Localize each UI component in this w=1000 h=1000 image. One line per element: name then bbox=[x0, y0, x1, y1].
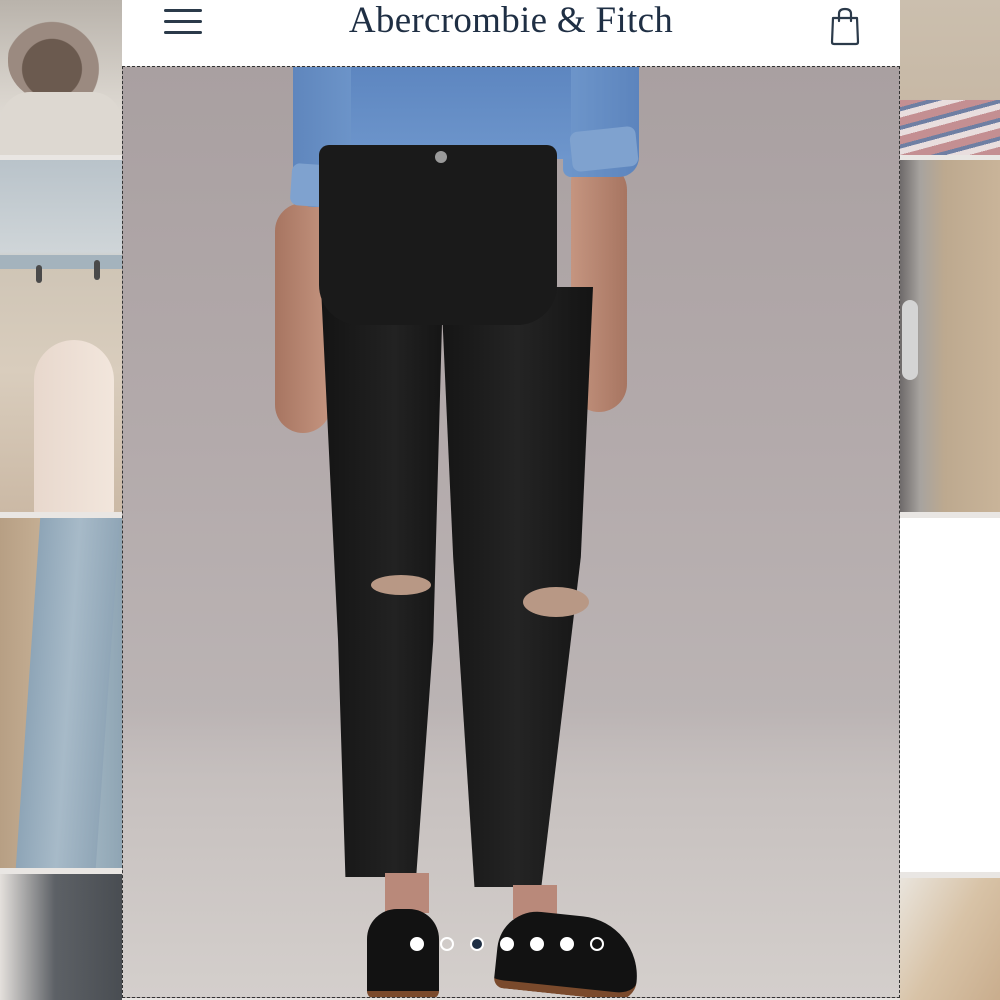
background-photo-dark-jeans bbox=[0, 874, 122, 1000]
background-photo-sneaker bbox=[900, 160, 1000, 512]
photo-detail bbox=[15, 518, 121, 868]
brand-logo[interactable]: Abercrombie & Fitch bbox=[122, 0, 900, 42]
background-blank-tile bbox=[900, 518, 1000, 872]
photo-detail bbox=[902, 300, 918, 380]
background-photo-man-lying bbox=[0, 0, 122, 155]
photo-detail bbox=[0, 255, 122, 269]
photo-detail bbox=[900, 100, 1000, 155]
photo-detail bbox=[8, 16, 118, 104]
background-photo-beach bbox=[0, 160, 122, 512]
knee-rip bbox=[523, 587, 589, 617]
carousel-dot-5[interactable] bbox=[530, 937, 544, 951]
model-ankle bbox=[385, 873, 429, 913]
knee-rip bbox=[371, 575, 431, 595]
carousel-dot-1[interactable] bbox=[410, 937, 424, 951]
photo-detail bbox=[94, 260, 100, 280]
shopping-bag-icon[interactable] bbox=[828, 6, 862, 46]
photo-detail bbox=[36, 265, 42, 283]
app-header: Abercrombie & Fitch bbox=[122, 0, 900, 66]
photo-detail bbox=[34, 340, 114, 512]
shirt-cuff bbox=[569, 125, 639, 173]
carousel-dot-3[interactable] bbox=[470, 937, 484, 951]
carousel-dot-6[interactable] bbox=[560, 937, 574, 951]
carousel-dot-7[interactable] bbox=[590, 937, 604, 951]
product-image[interactable] bbox=[122, 66, 900, 998]
photo-detail bbox=[0, 92, 122, 155]
carousel-dot-2[interactable] bbox=[440, 937, 454, 951]
background-photo-light-jeans bbox=[0, 518, 122, 868]
background-photo-sand bbox=[900, 0, 1000, 155]
carousel-dot-4[interactable] bbox=[500, 937, 514, 951]
carousel-pagination bbox=[410, 937, 604, 953]
jeans-button bbox=[435, 151, 447, 163]
background-photo-beige bbox=[900, 878, 1000, 1000]
jeans-waist bbox=[319, 145, 557, 325]
loafer-shoe bbox=[367, 909, 439, 997]
